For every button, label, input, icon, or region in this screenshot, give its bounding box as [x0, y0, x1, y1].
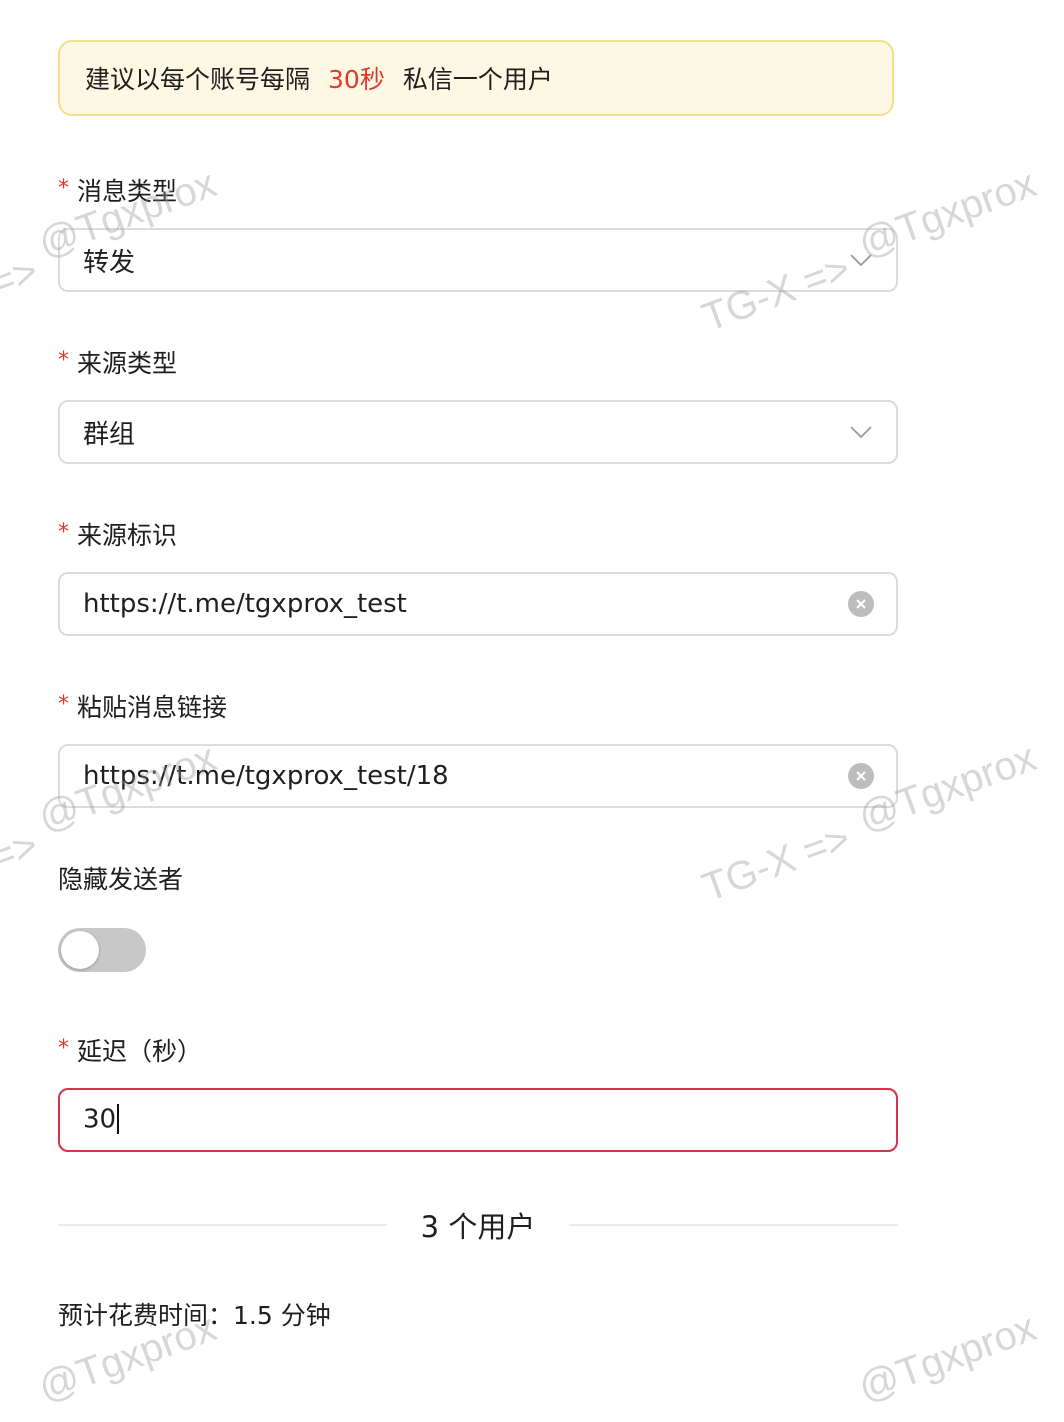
message-link-label: * 粘贴消息链接: [58, 688, 227, 724]
toggle-knob: [61, 931, 99, 969]
watermark-brand: TG-X =>: [696, 816, 856, 911]
delay-input[interactable]: 30: [58, 1088, 898, 1152]
required-mark: *: [58, 1035, 69, 1061]
message-type-label: * 消息类型: [58, 172, 177, 208]
estimated-time: 预计花费时间：1.5 分钟: [58, 1301, 331, 1330]
message-link-value: https://t.me/tgxprox_test/18: [83, 761, 449, 791]
required-mark: *: [58, 691, 69, 717]
source-id-label: * 来源标识: [58, 516, 177, 552]
message-type-label-text: 消息类型: [77, 177, 178, 206]
notice-text-before: 建议以每个账号每隔: [85, 65, 311, 94]
source-type-label-text: 来源类型: [77, 349, 178, 378]
required-mark: *: [58, 175, 69, 201]
source-type-label: * 来源类型: [58, 344, 177, 380]
notice-highlight: 30秒: [328, 65, 385, 94]
delay-label: * 延迟（秒）: [58, 1032, 202, 1068]
users-divider: 3 个用户: [58, 1200, 899, 1250]
source-id-label-text: 来源标识: [77, 521, 178, 550]
message-link-input[interactable]: https://t.me/tgxprox_test/18: [58, 744, 898, 808]
required-mark: *: [58, 347, 69, 373]
text-caret: [117, 1104, 120, 1134]
chevron-down-icon: [848, 419, 874, 445]
hide-sender-label: 隐藏发送者: [58, 860, 183, 896]
clear-icon[interactable]: [848, 591, 874, 617]
watermark-handle: @Tgxprox: [852, 1305, 1042, 1411]
divider-line: [569, 1224, 899, 1226]
hide-sender-label-text: 隐藏发送者: [58, 865, 184, 894]
watermark-arrow: =>: [0, 248, 44, 307]
message-link-label-text: 粘贴消息链接: [77, 693, 228, 722]
source-type-value: 群组: [83, 419, 136, 450]
divider-line: [58, 1224, 387, 1226]
delay-value-wrap: 30: [83, 1104, 874, 1136]
source-id-input[interactable]: https://t.me/tgxprox_test: [58, 572, 898, 636]
delay-value: 30: [83, 1104, 117, 1135]
chevron-down-icon: [848, 247, 874, 273]
users-count: 3 个用户: [420, 1210, 536, 1244]
clear-icon[interactable]: [848, 763, 874, 789]
notice-text-after: 私信一个用户: [402, 65, 553, 94]
required-mark: *: [58, 519, 69, 545]
hide-sender-toggle[interactable]: [58, 928, 146, 972]
notice-banner: 建议以每个账号每隔 30秒 私信一个用户: [58, 40, 894, 116]
message-type-select[interactable]: 转发: [58, 228, 898, 292]
source-id-value: https://t.me/tgxprox_test: [83, 589, 407, 619]
watermark-arrow: =>: [0, 822, 44, 881]
message-type-value: 转发: [83, 247, 136, 278]
delay-label-text: 延迟（秒）: [77, 1037, 203, 1066]
source-type-select[interactable]: 群组: [58, 400, 898, 464]
